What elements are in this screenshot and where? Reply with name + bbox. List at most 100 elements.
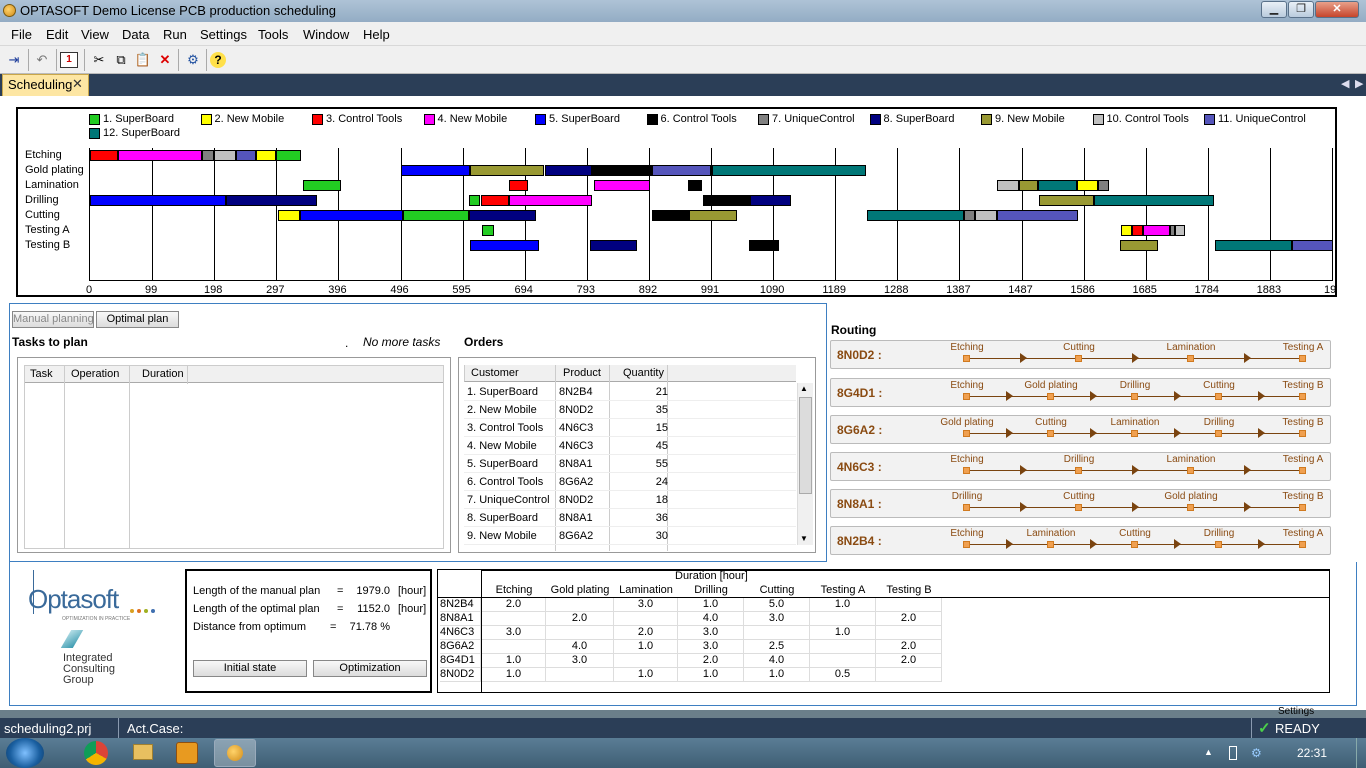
gantt-task-bar[interactable] bbox=[750, 195, 791, 206]
gantt-task-bar[interactable] bbox=[1174, 225, 1186, 236]
gantt-task-bar[interactable] bbox=[711, 165, 866, 176]
gantt-task-bar[interactable] bbox=[299, 210, 404, 221]
gantt-task-bar[interactable] bbox=[997, 210, 1079, 221]
gantt-task-bar[interactable] bbox=[235, 150, 256, 161]
tab-scroll-left-icon[interactable]: ◀ bbox=[1341, 77, 1349, 90]
maximize-button[interactable]: ❐ bbox=[1288, 1, 1314, 18]
help-icon[interactable]: ? bbox=[210, 52, 226, 68]
menu-settings[interactable]: Settings bbox=[200, 27, 247, 42]
gantt-task-bar[interactable] bbox=[117, 150, 202, 161]
gantt-task-bar[interactable] bbox=[651, 210, 689, 221]
tasks-table[interactable]: Task Operation Duration bbox=[17, 357, 451, 553]
gantt-task-bar[interactable] bbox=[1098, 180, 1110, 191]
paste-icon[interactable]: 📋 bbox=[132, 50, 154, 70]
orders-scrollbar[interactable]: ▲ ▼ bbox=[797, 383, 813, 545]
col-product[interactable]: Product bbox=[563, 365, 601, 381]
settings-label[interactable]: Settings bbox=[1278, 706, 1314, 717]
outlook-icon[interactable] bbox=[176, 742, 198, 764]
gantt-task-bar[interactable] bbox=[592, 165, 652, 176]
routing-item[interactable]: 8G4D1 : Etching Gold plating Drilling Cuttin… bbox=[830, 378, 1331, 407]
show-desktop-button[interactable] bbox=[1356, 738, 1366, 768]
gantt-task-bar[interactable] bbox=[1215, 240, 1293, 251]
routing-item[interactable]: 8N2B4 : Etching Lamination Cutting Drilling T… bbox=[830, 526, 1331, 555]
gantt-task-bar[interactable] bbox=[255, 150, 277, 161]
optasoft-taskbar-button[interactable] bbox=[214, 739, 256, 767]
menu-tools[interactable]: Tools bbox=[258, 27, 288, 42]
initial-state-button[interactable]: Initial state bbox=[193, 660, 307, 677]
chrome-icon[interactable] bbox=[84, 741, 108, 765]
routing-item[interactable]: 8N8A1 : Drilling Cutting Gold plating Testin… bbox=[830, 489, 1331, 518]
network-icon[interactable]: ⚙ bbox=[1251, 746, 1265, 760]
menu-data[interactable]: Data bbox=[122, 27, 149, 42]
col-quantity[interactable]: Quantity bbox=[623, 365, 664, 381]
explorer-icon[interactable] bbox=[133, 744, 153, 760]
scroll-up-icon[interactable]: ▲ bbox=[800, 384, 808, 393]
gantt-task-bar[interactable] bbox=[1076, 180, 1099, 191]
gantt-task-bar[interactable] bbox=[278, 210, 300, 221]
delete-icon[interactable]: ✕ bbox=[154, 50, 176, 70]
gantt-task-bar[interactable] bbox=[468, 210, 537, 221]
gantt-task-bar[interactable] bbox=[590, 240, 638, 251]
undo-icon[interactable]: ↶ bbox=[31, 50, 53, 70]
calendar-icon[interactable]: 1 bbox=[60, 52, 78, 68]
table-row[interactable]: 3. Control Tools 4N6C3 15 bbox=[464, 419, 796, 437]
gantt-task-bar[interactable] bbox=[997, 180, 1020, 191]
menu-help[interactable]: Help bbox=[363, 27, 390, 42]
gantt-task-bar[interactable] bbox=[276, 150, 302, 161]
gantt-task-bar[interactable] bbox=[480, 195, 509, 206]
manual-planning-button[interactable]: Manual planning bbox=[12, 311, 94, 328]
gantt-task-bar[interactable] bbox=[1292, 240, 1333, 251]
gantt-task-bar[interactable] bbox=[1143, 225, 1170, 236]
table-row[interactable]: 4. New Mobile 4N6C3 45 bbox=[464, 437, 796, 455]
gantt-task-bar[interactable] bbox=[302, 180, 342, 191]
tab-scroll-right-icon[interactable]: ▶ bbox=[1355, 77, 1363, 90]
gantt-task-bar[interactable] bbox=[470, 165, 545, 176]
tray-arrow-icon[interactable]: ▲ bbox=[1204, 747, 1213, 757]
gantt-task-bar[interactable] bbox=[508, 195, 593, 206]
gantt-task-bar[interactable] bbox=[201, 150, 215, 161]
gantt-task-bar[interactable] bbox=[1094, 195, 1214, 206]
menu-window[interactable]: Window bbox=[303, 27, 349, 42]
gantt-task-bar[interactable] bbox=[687, 180, 702, 191]
gantt-task-bar[interactable] bbox=[1037, 180, 1077, 191]
gantt-task-bar[interactable] bbox=[468, 195, 481, 206]
gantt-task-bar[interactable] bbox=[214, 150, 236, 161]
gantt-task-bar[interactable] bbox=[481, 225, 494, 236]
scroll-thumb[interactable] bbox=[799, 397, 812, 494]
table-row[interactable]: 5. SuperBoard 8N8A1 55 bbox=[464, 455, 796, 473]
gantt-task-bar[interactable] bbox=[1119, 240, 1158, 251]
optimal-plan-button[interactable]: Optimal plan bbox=[96, 311, 179, 328]
minimize-button[interactable]: ▁ bbox=[1261, 1, 1287, 18]
gantt-task-bar[interactable] bbox=[90, 150, 118, 161]
routing-item[interactable]: 4N6C3 : Etching Drilling Lamination Testing … bbox=[830, 452, 1331, 481]
col-customer[interactable]: Customer bbox=[471, 365, 519, 381]
clock[interactable]: 22:31 bbox=[1297, 746, 1327, 760]
gantt-task-bar[interactable] bbox=[1019, 180, 1038, 191]
table-row[interactable]: 7. UniqueControl 8N0D2 18 bbox=[464, 491, 796, 509]
gantt-task-bar[interactable] bbox=[226, 195, 318, 206]
table-row[interactable]: 9. New Mobile 8G6A2 30 bbox=[464, 527, 796, 545]
orders-table[interactable]: Customer Product Quantity 1. SuperBoard 8… bbox=[458, 357, 816, 553]
gantt-task-bar[interactable] bbox=[401, 165, 471, 176]
scroll-down-icon[interactable]: ▼ bbox=[800, 534, 808, 543]
gantt-task-bar[interactable] bbox=[509, 180, 528, 191]
table-row[interactable]: 2. New Mobile 8N0D2 35 bbox=[464, 401, 796, 419]
gantt-task-bar[interactable] bbox=[1038, 195, 1095, 206]
gantt-task-bar[interactable] bbox=[688, 210, 737, 221]
gantt-task-bar[interactable] bbox=[544, 165, 593, 176]
gantt-task-bar[interactable] bbox=[975, 210, 998, 221]
menu-file[interactable]: File bbox=[11, 27, 32, 42]
menu-run[interactable]: Run bbox=[163, 27, 187, 42]
gantt-task-bar[interactable] bbox=[594, 180, 650, 191]
gantt-task-bar[interactable] bbox=[651, 165, 712, 176]
pin-icon[interactable]: ⇥ bbox=[3, 50, 25, 70]
table-row[interactable]: 8. SuperBoard 8N8A1 36 bbox=[464, 509, 796, 527]
optimization-button[interactable]: Optimization bbox=[313, 660, 427, 677]
close-button[interactable]: ✕ bbox=[1315, 1, 1359, 18]
battery-icon[interactable] bbox=[1229, 746, 1237, 760]
gantt-task-bar[interactable] bbox=[1132, 225, 1144, 236]
routing-item[interactable]: 8G6A2 : Gold plating Cutting Lamination Dril… bbox=[830, 415, 1331, 444]
gantt-task-bar[interactable] bbox=[90, 195, 227, 206]
start-button[interactable] bbox=[6, 738, 44, 768]
cut-icon[interactable]: ✂ bbox=[88, 50, 110, 70]
